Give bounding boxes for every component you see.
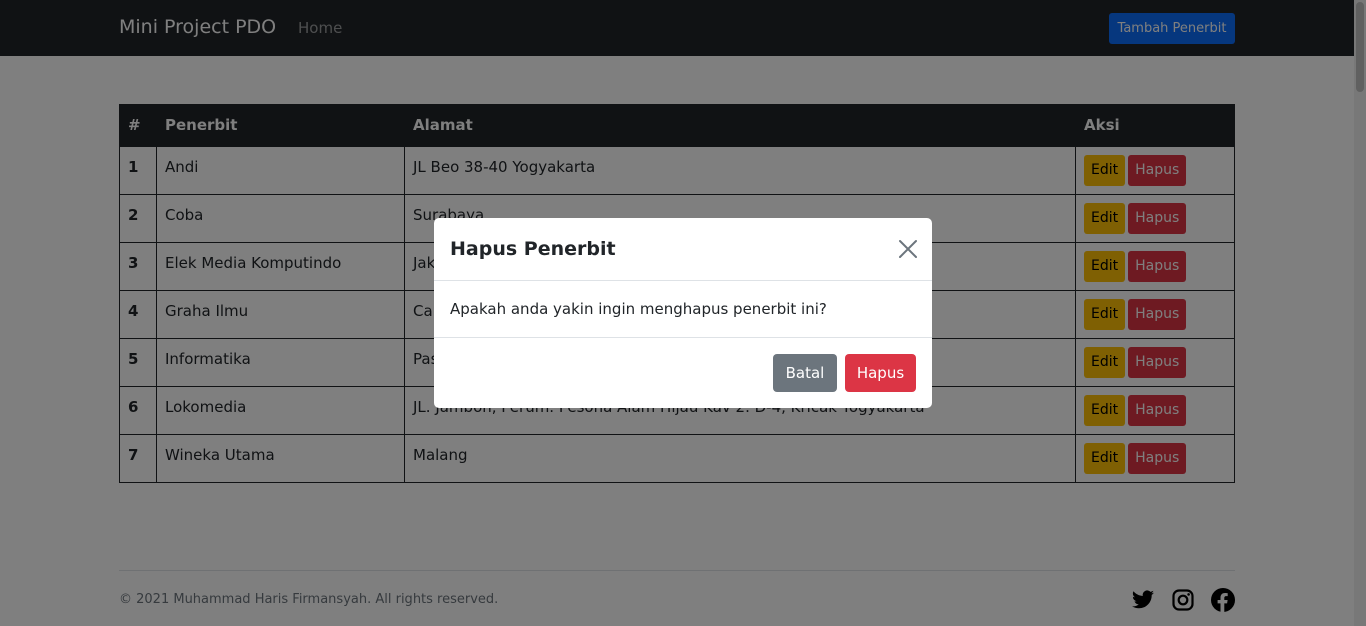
confirm-delete-button[interactable]: Hapus: [845, 354, 916, 392]
modal-body: Apakah anda yakin ingin menghapus penerb…: [434, 281, 932, 338]
modal-message: Apakah anda yakin ingin menghapus penerb…: [450, 300, 827, 318]
modal-footer: Batal Hapus: [434, 338, 932, 407]
delete-confirm-modal: Hapus Penerbit Apakah anda yakin ingin m…: [434, 218, 932, 408]
modal-header: Hapus Penerbit: [434, 218, 932, 281]
close-icon[interactable]: [898, 239, 918, 259]
modal-title: Hapus Penerbit: [450, 238, 616, 260]
cancel-button[interactable]: Batal: [773, 354, 837, 392]
